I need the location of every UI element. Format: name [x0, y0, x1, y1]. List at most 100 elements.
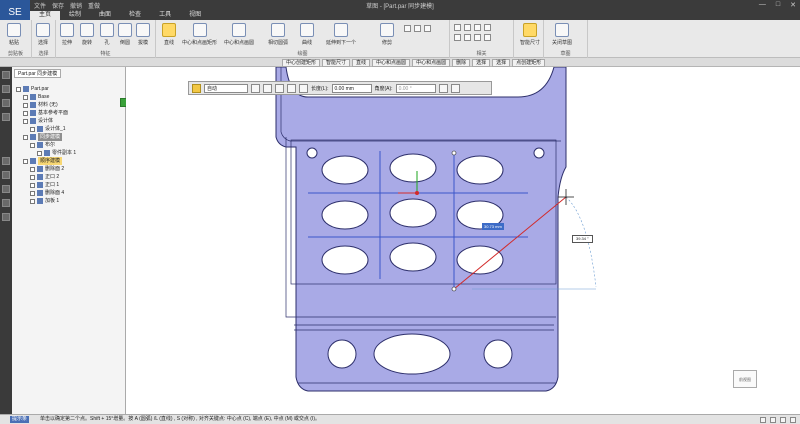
- command-item[interactable]: 选择: [492, 59, 511, 67]
- perpendicular-relation-icon[interactable]: [464, 34, 471, 41]
- sensors-icon[interactable]: [2, 171, 10, 179]
- line-style-select[interactable]: 自动: [204, 83, 248, 93]
- line-weight-icon[interactable]: [263, 83, 272, 93]
- curve-button[interactable]: 曲线: [300, 23, 314, 46]
- command-item[interactable]: 智能尺寸: [322, 59, 351, 67]
- pan-icon[interactable]: [780, 417, 786, 423]
- command-item[interactable]: 中心和点画圆: [372, 59, 411, 67]
- visibility-checkbox[interactable]: [23, 110, 28, 116]
- select-button[interactable]: 选择: [36, 23, 50, 46]
- tree-node[interactable]: 布尔: [16, 141, 124, 149]
- trim-button[interactable]: 修剪: [380, 23, 394, 46]
- visibility-checkbox[interactable]: [16, 86, 21, 92]
- visibility-checkbox[interactable]: [23, 94, 28, 100]
- visibility-checkbox[interactable]: [23, 118, 28, 124]
- horizontal-relation-icon[interactable]: [454, 24, 461, 31]
- tree-node[interactable]: Part.par: [16, 85, 124, 93]
- tab-home[interactable]: 主页: [30, 11, 61, 20]
- equal-relation-icon[interactable]: [484, 24, 491, 31]
- move-icon[interactable]: [424, 25, 431, 32]
- tree-node[interactable]: 删除面 4: [16, 189, 124, 197]
- tree-node[interactable]: 同步建模: [16, 133, 124, 141]
- fit-icon[interactable]: [770, 417, 776, 423]
- library-icon[interactable]: [2, 113, 10, 121]
- symmetric-relation-icon[interactable]: [484, 34, 491, 41]
- tree-node[interactable]: 正口 1: [16, 181, 124, 189]
- arc-mode-icon[interactable]: [299, 83, 308, 93]
- tab-draw[interactable]: 绘制: [60, 11, 90, 20]
- center-rectangle-button[interactable]: 中心和点画矩形: [182, 23, 217, 46]
- close-button[interactable]: ✕: [790, 1, 796, 9]
- line-type-icon[interactable]: [275, 83, 284, 93]
- tree-node[interactable]: 顺序建模: [16, 157, 124, 165]
- reports-icon[interactable]: [2, 213, 10, 221]
- visibility-checkbox[interactable]: [30, 174, 35, 180]
- keyboard-icon[interactable]: [450, 83, 460, 93]
- visibility-checkbox[interactable]: [30, 126, 35, 132]
- zoom-icon[interactable]: [760, 417, 766, 423]
- visibility-checkbox[interactable]: [37, 150, 42, 156]
- angle-input[interactable]: 0.00 °: [395, 83, 436, 93]
- visibility-checkbox[interactable]: [30, 182, 35, 188]
- tree-node[interactable]: Base: [16, 93, 124, 101]
- properties-icon[interactable]: [2, 199, 10, 207]
- tree-node[interactable]: 基本参考平面: [16, 109, 124, 117]
- tangent-relation-icon[interactable]: [474, 24, 481, 31]
- visibility-checkbox[interactable]: [30, 142, 35, 148]
- round-button[interactable]: 倒圆: [118, 23, 132, 46]
- tree-node[interactable]: 加板 1: [16, 197, 124, 205]
- tree-node[interactable]: 设计体_1: [16, 125, 124, 133]
- extend-button[interactable]: 延伸到下一个: [326, 23, 356, 46]
- length-dimension-box[interactable]: 30.73 mm: [482, 223, 504, 230]
- teamcenter-icon[interactable]: [2, 157, 10, 165]
- smart-dimension-button[interactable]: 智能尺寸: [520, 23, 540, 46]
- offset-icon[interactable]: [414, 25, 421, 32]
- tree-node[interactable]: 设计体: [16, 117, 124, 125]
- layers-icon[interactable]: [2, 85, 10, 93]
- close-sketch-button[interactable]: 关闭草图: [552, 23, 572, 46]
- graphics-window[interactable]: 30.73 mm 39.34 °: [126, 67, 800, 414]
- rotate-icon[interactable]: [790, 417, 796, 423]
- visibility-checkbox[interactable]: [23, 102, 28, 108]
- visibility-checkbox[interactable]: [30, 198, 35, 204]
- pathfinder-icon[interactable]: [2, 71, 10, 79]
- tab-inspect[interactable]: 检查: [120, 11, 150, 20]
- visibility-checkbox[interactable]: [30, 166, 35, 172]
- command-item[interactable]: 直线: [352, 59, 371, 67]
- command-item[interactable]: 选择: [472, 59, 491, 67]
- maximize-button[interactable]: □: [776, 1, 780, 9]
- hole-button[interactable]: 孔: [100, 23, 114, 46]
- mirror-icon[interactable]: [404, 25, 411, 32]
- tangent-arc-button[interactable]: 相切圆弧: [268, 23, 288, 46]
- command-item[interactable]: 删除: [452, 59, 471, 67]
- tree-node[interactable]: 材料 (无): [16, 101, 124, 109]
- variables-icon[interactable]: [2, 185, 10, 193]
- tree-node[interactable]: 零件副本 1: [16, 149, 124, 157]
- line-mode-icon[interactable]: [287, 83, 296, 93]
- lock-relation-icon[interactable]: [474, 34, 481, 41]
- command-item[interactable]: 点创建矩形: [512, 59, 546, 67]
- command-item[interactable]: 中心创建矩形: [282, 59, 321, 67]
- extrude-button[interactable]: 拉伸: [60, 23, 74, 46]
- visibility-checkbox[interactable]: [23, 158, 28, 164]
- tab-surface[interactable]: 曲面: [90, 11, 120, 20]
- revolve-button[interactable]: 旋转: [80, 23, 94, 46]
- paste-button[interactable]: 粘贴: [7, 23, 21, 46]
- visibility-checkbox[interactable]: [23, 134, 28, 140]
- length-input[interactable]: 0.00 mm: [331, 83, 372, 93]
- line-button[interactable]: 直线: [162, 23, 176, 46]
- projection-icon[interactable]: [438, 83, 448, 93]
- view-cube[interactable]: 前视图: [733, 370, 757, 388]
- tab-view[interactable]: 视图: [180, 11, 210, 20]
- tree-node[interactable]: 删除面 2: [16, 165, 124, 173]
- color-icon[interactable]: [251, 83, 260, 93]
- command-item[interactable]: 中心和点画圆: [412, 59, 451, 67]
- line-icon[interactable]: [192, 83, 201, 93]
- vertical-relation-icon[interactable]: [464, 24, 471, 31]
- minimize-button[interactable]: —: [759, 1, 766, 9]
- tree-node[interactable]: 正口 2: [16, 173, 124, 181]
- tab-tools[interactable]: 工具: [150, 11, 180, 20]
- angle-dimension-box[interactable]: 39.34 °: [572, 235, 593, 243]
- features-icon[interactable]: [2, 99, 10, 107]
- visibility-checkbox[interactable]: [30, 190, 35, 196]
